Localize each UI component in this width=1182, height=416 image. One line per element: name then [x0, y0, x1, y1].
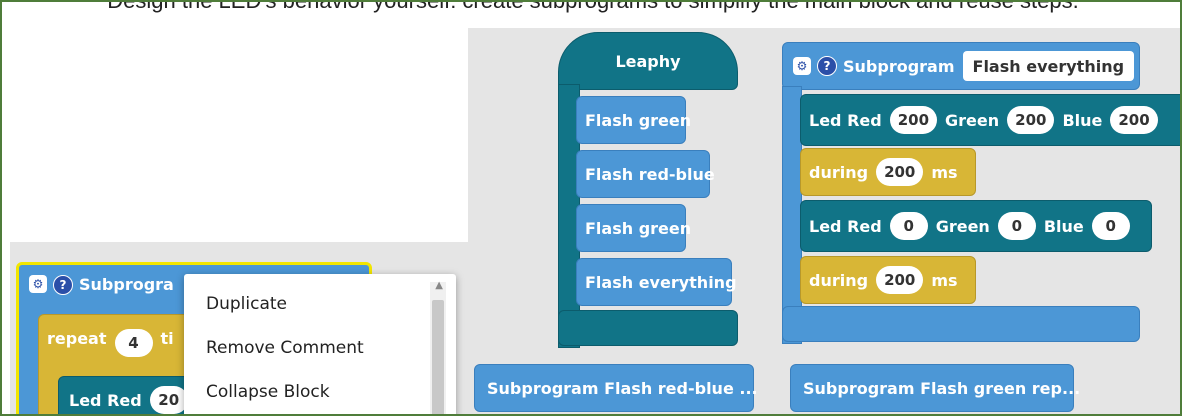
led-block-2[interactable]: Led Red 0 Green 0 Blue 0: [800, 200, 1152, 252]
call-flash-green-2[interactable]: Flash green: [576, 204, 691, 252]
collapsed-subprogram-red-blue[interactable]: Subprogram Flash red-blue ...: [474, 364, 758, 412]
help-icon[interactable]: ?: [817, 56, 837, 76]
green-value-input[interactable]: 0: [997, 212, 1036, 240]
menu-item-collapse-block[interactable]: Collapse Block: [206, 382, 330, 402]
during-block-1[interactable]: during 200 ms: [800, 148, 976, 196]
red-value-input[interactable]: 200: [889, 106, 938, 134]
menu-scrollbar-thumb[interactable]: [432, 300, 444, 414]
blue-value-input[interactable]: 0: [1091, 212, 1130, 240]
call-flash-red-blue[interactable]: Flash red-blue: [576, 150, 715, 198]
green-value-input[interactable]: 200: [1007, 106, 1055, 134]
workspace-canvas[interactable]: Leaphy Flash green Flash red-blue Flash …: [468, 28, 1180, 414]
tutorial-frame: Design the LED's behavior yourself: crea…: [0, 0, 1182, 416]
collapsed-subprogram-green[interactable]: Subprogram Flash green rep...: [790, 364, 1080, 412]
scroll-up-icon[interactable]: ▲: [435, 280, 443, 291]
menu-item-remove-comment[interactable]: Remove Comment: [206, 338, 364, 358]
blue-value-input[interactable]: 200: [1110, 106, 1158, 134]
caption-text: Design the LED's behavior yourself: crea…: [107, 0, 1079, 13]
during-block-2[interactable]: during 200 ms: [800, 256, 976, 304]
during-value-input[interactable]: 200: [876, 158, 924, 186]
red-value-input[interactable]: 20: [149, 386, 188, 414]
led-block-1[interactable]: Led Red 200 Green 200 Blue 200: [800, 94, 1180, 146]
leaphy-footer: [558, 310, 738, 346]
gear-icon[interactable]: ⚙: [793, 57, 811, 75]
subprogram-footer: [782, 306, 1140, 342]
subprogram-name-field[interactable]: Flash everything: [962, 51, 1135, 81]
during-value-input[interactable]: 200: [876, 266, 924, 294]
help-icon[interactable]: ?: [53, 275, 73, 295]
call-flash-green-1[interactable]: Flash green: [576, 96, 691, 144]
leaphy-title: Leaphy: [615, 51, 681, 71]
context-menu: Duplicate Remove Comment Collapse Block …: [184, 274, 456, 414]
leaphy-hat[interactable]: Leaphy: [558, 32, 738, 90]
gear-icon[interactable]: ⚙: [29, 275, 47, 293]
subprogram-header[interactable]: ⚙ ? Subprogram Flash everything: [782, 42, 1140, 90]
menu-item-duplicate[interactable]: Duplicate: [206, 294, 287, 314]
red-value-input[interactable]: 0: [889, 212, 928, 240]
call-flash-everything[interactable]: Flash everything: [576, 258, 737, 306]
repeat-count-input[interactable]: 4: [114, 329, 153, 357]
